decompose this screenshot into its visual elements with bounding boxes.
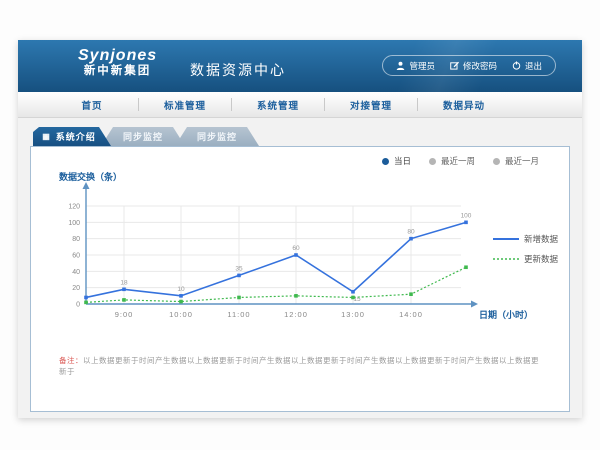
legend-label: 新增数据 [524,234,559,244]
edit-icon [450,61,459,70]
tab-sync-monitor-2[interactable]: 同步监控 [175,127,259,146]
svg-text:120: 120 [68,204,80,211]
user-button-label: 管理员 [409,60,435,72]
data-point [237,274,241,278]
tab-label: 同步监控 [123,130,163,143]
header-user-toolbar: 管理员 修改密码 退出 [382,55,556,76]
data-point [294,294,298,298]
content-panel: 当日 最近一周 最近一月 数据交换（条）0204060801001209:001… [30,146,570,412]
data-point [179,294,183,298]
logout-button[interactable]: 退出 [512,60,542,72]
svg-text:80: 80 [407,229,415,236]
svg-text:10: 10 [177,286,185,293]
svg-text:100: 100 [461,212,472,219]
tab-sync-monitor-1[interactable]: 同步监控 [101,127,185,146]
footnote: 备注：以上数据更新于时间产生数据以上数据更新于时间产生数据以上数据更新于时间产生… [59,355,545,377]
svg-text:日期（小时）: 日期（小时） [479,309,533,320]
svg-text:80: 80 [72,236,80,243]
data-point [464,265,468,269]
data-point [294,253,298,257]
tab-system-intro[interactable]: ▦ 系统介绍 [33,127,111,146]
svg-text:13:00: 13:00 [341,310,365,319]
power-icon [512,61,521,70]
svg-text:100: 100 [68,220,80,227]
data-point [179,300,183,304]
data-point [84,301,88,305]
svg-text:35: 35 [235,265,243,272]
logo: Synjones 新中新集团 [78,47,157,78]
data-point [464,221,468,225]
page-title: 数据资源中心 [190,60,286,80]
data-point [122,288,126,292]
svg-text:0: 0 [76,302,80,309]
svg-text:11:00: 11:00 [227,310,250,319]
footnote-prefix: 备注： [59,356,83,365]
svg-text:60: 60 [292,245,300,252]
svg-text:40: 40 [72,269,80,276]
svg-text:数据交换（条）: 数据交换（条） [59,171,122,182]
app-window: Synjones 新中新集团 数据资源中心 管理员 修改密码 [18,40,582,418]
document-icon: ▦ [42,133,51,141]
footnote-text: 以上数据更新于时间产生数据以上数据更新于时间产生数据以上数据更新于时间产生数据以… [59,356,539,376]
data-point [351,296,355,300]
main-nav: 首页 标准管理 系统管理 对接管理 数据异动 [18,92,582,118]
change-password-button[interactable]: 修改密码 [450,60,497,72]
app-header: Synjones 新中新集团 数据资源中心 管理员 修改密码 [18,40,582,92]
nav-item-data-change[interactable]: 数据异动 [418,92,510,117]
logout-label: 退出 [525,60,542,72]
logo-text-cn: 新中新集团 [78,65,157,78]
nav-item-interface-mgmt[interactable]: 对接管理 [325,92,417,117]
logo-text-en: Synjones [78,47,157,65]
tab-bar: ▦ 系统介绍 同步监控 同步监控 [33,127,259,146]
line-chart: 数据交换（条） 0 20 40 60 80 100 120 9:00 10:00 11:00 12:0… [31,147,571,347]
svg-text:18: 18 [120,279,128,286]
svg-text:20: 20 [72,285,80,292]
svg-text:10:00: 10:00 [169,310,193,319]
nav-item-home[interactable]: 首页 [46,92,138,117]
tab-label: 系统介绍 [56,130,96,143]
user-button[interactable]: 管理员 [396,60,435,72]
data-point [122,298,126,302]
data-point [351,290,355,294]
user-icon [396,61,405,70]
nav-item-system-mgmt[interactable]: 系统管理 [232,92,324,117]
data-point [409,292,413,296]
svg-text:12:00: 12:00 [284,310,308,319]
data-point [409,237,413,241]
legend-label: 更新数据 [524,254,559,264]
nav-item-standard-mgmt[interactable]: 标准管理 [139,92,231,117]
svg-text:9:00: 9:00 [115,310,134,319]
series-line-1 [86,267,466,302]
change-password-label: 修改密码 [463,60,497,72]
tab-label: 同步监控 [197,130,237,143]
svg-text:60: 60 [72,253,80,260]
svg-text:14:00: 14:00 [399,310,423,319]
data-point [84,296,88,300]
data-point [237,296,241,300]
